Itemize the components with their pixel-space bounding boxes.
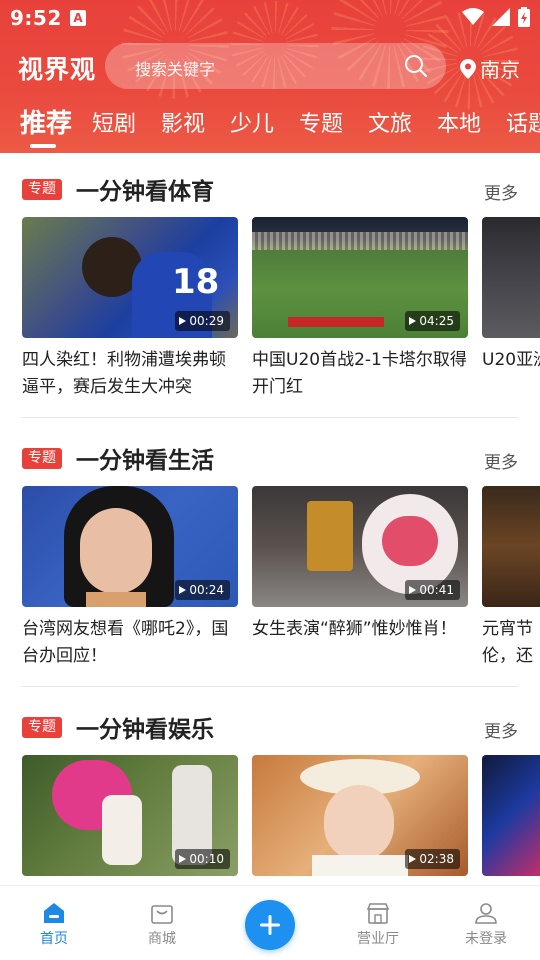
location-pin-icon bbox=[460, 58, 476, 79]
nav-service-hall[interactable]: 营业厅 bbox=[333, 886, 423, 948]
home-icon bbox=[44, 903, 64, 923]
video-card[interactable] bbox=[482, 755, 540, 876]
publish-button[interactable] bbox=[245, 900, 295, 950]
status-bar: 9:52 A bbox=[0, 0, 540, 36]
video-card[interactable]: 18 00:29 四人染红！利物浦遭埃弗顿逼平，赛后发生大冲突 bbox=[22, 217, 238, 401]
app-header: 9:52 A 视界观 搜索关键字 南京 推荐 短剧 影视 少儿 专题 文旅 本地… bbox=[0, 0, 540, 153]
tab-short-drama[interactable]: 短剧 bbox=[92, 106, 136, 138]
bag-icon bbox=[151, 905, 173, 924]
plus-icon bbox=[260, 915, 280, 935]
tab-culture-travel[interactable]: 文旅 bbox=[368, 106, 412, 138]
category-tabs: 推荐 短剧 影视 少儿 专题 文旅 本地 话题 bbox=[0, 106, 540, 150]
video-card[interactable]: 04:25 中国U20首战2-1卡塔尔取得开门红 bbox=[252, 217, 468, 401]
video-card[interactable]: 02:38 bbox=[252, 755, 468, 876]
video-thumbnail[interactable] bbox=[482, 755, 540, 876]
battery-icon bbox=[518, 7, 530, 27]
nav-label: 未登录 bbox=[465, 931, 507, 947]
app-logo: 视界观 bbox=[18, 55, 97, 84]
status-icons bbox=[462, 7, 530, 27]
video-title: 台湾网友想看《哪吒2》，国台办回应！ bbox=[22, 619, 229, 666]
tab-special[interactable]: 专题 bbox=[299, 106, 343, 138]
video-duration: 00:10 bbox=[175, 849, 230, 869]
section-badge: 专题 bbox=[22, 179, 62, 200]
video-duration: 00:41 bbox=[405, 580, 460, 600]
nav-mall[interactable]: 商城 bbox=[117, 886, 207, 948]
play-icon bbox=[179, 855, 187, 863]
video-card[interactable]: 00:10 bbox=[22, 755, 238, 876]
nav-profile[interactable]: 未登录 bbox=[441, 886, 531, 948]
tab-recommend[interactable]: 推荐 bbox=[20, 106, 72, 140]
video-card[interactable]: 00:24 台湾网友想看《哪吒2》，国台办回应！ bbox=[22, 486, 238, 670]
nav-label: 商城 bbox=[148, 931, 176, 947]
status-time: 9:52 bbox=[10, 6, 62, 30]
video-card[interactable]: 00:41 女生表演“醉狮”惟妙惟肖！ bbox=[252, 486, 468, 670]
video-duration: 04:25 bbox=[405, 311, 460, 331]
video-duration: 02:38 bbox=[405, 849, 460, 869]
video-duration: 00:24 bbox=[175, 580, 230, 600]
video-duration: 00:29 bbox=[175, 311, 230, 331]
play-icon bbox=[409, 317, 417, 325]
play-icon bbox=[409, 855, 417, 863]
search-bar[interactable]: 搜索关键字 bbox=[105, 43, 446, 89]
section-title: 一分钟看娱乐 bbox=[76, 717, 214, 743]
video-thumbnail[interactable]: 00:10 bbox=[22, 755, 238, 876]
nav-home[interactable]: 首页 bbox=[9, 886, 99, 948]
section-title: 一分钟看生活 bbox=[76, 448, 214, 474]
nav-label: 营业厅 bbox=[357, 931, 399, 947]
location-label: 南京 bbox=[480, 58, 520, 82]
more-link[interactable]: 更多 bbox=[484, 448, 518, 473]
video-thumbnail[interactable]: 00:24 bbox=[22, 486, 238, 607]
section-title: 一分钟看体育 bbox=[76, 179, 214, 205]
video-thumbnail[interactable]: 18 00:29 bbox=[22, 217, 238, 338]
video-title: U20亚洲杯 bbox=[482, 350, 540, 370]
tab-film[interactable]: 影视 bbox=[161, 106, 205, 138]
tab-topic[interactable]: 话题 bbox=[506, 106, 540, 138]
video-card[interactable]: 元宵节伦，还 bbox=[482, 486, 540, 670]
section-divider bbox=[22, 417, 518, 418]
video-title: 中国U20首战2-1卡塔尔取得开门红 bbox=[252, 350, 467, 397]
search-icon[interactable] bbox=[404, 54, 428, 78]
bottom-navigation: 首页 商城 营业厅 未登录 bbox=[0, 885, 540, 960]
search-placeholder: 搜索关键字 bbox=[135, 60, 216, 79]
nav-label: 首页 bbox=[40, 931, 68, 947]
more-link[interactable]: 更多 bbox=[484, 179, 518, 204]
video-thumbnail[interactable]: 02:38 bbox=[252, 755, 468, 876]
video-thumbnail[interactable] bbox=[482, 217, 540, 338]
location-selector[interactable]: 南京 bbox=[460, 54, 520, 83]
tab-kids[interactable]: 少儿 bbox=[230, 106, 274, 138]
tab-local[interactable]: 本地 bbox=[437, 106, 481, 138]
signal-icon bbox=[492, 8, 510, 26]
play-icon bbox=[409, 586, 417, 594]
section-badge: 专题 bbox=[22, 448, 62, 469]
wifi-icon bbox=[462, 8, 484, 25]
active-tab-indicator bbox=[30, 144, 56, 148]
section-divider bbox=[22, 686, 518, 687]
video-title: 四人染红！利物浦遭埃弗顿逼平，赛后发生大冲突 bbox=[22, 350, 226, 397]
store-icon bbox=[366, 903, 390, 924]
more-link[interactable]: 更多 bbox=[484, 717, 518, 742]
video-thumbnail[interactable]: 00:41 bbox=[252, 486, 468, 607]
section-badge: 专题 bbox=[22, 717, 62, 738]
play-icon bbox=[179, 586, 187, 594]
user-icon bbox=[475, 903, 497, 924]
video-thumbnail[interactable] bbox=[482, 486, 540, 607]
video-title: 女生表演“醉狮”惟妙惟肖！ bbox=[252, 619, 457, 639]
video-card[interactable]: U20亚洲杯 bbox=[482, 217, 540, 401]
video-thumbnail[interactable]: 04:25 bbox=[252, 217, 468, 338]
play-icon bbox=[179, 317, 187, 325]
notification-app-icon: A bbox=[70, 10, 86, 26]
feed[interactable]: 专题 一分钟看体育 更多 18 00:29 四人染红！利物浦遭埃弗顿逼平，赛后发… bbox=[0, 153, 540, 885]
video-title: 元宵节伦，还 bbox=[482, 619, 533, 666]
